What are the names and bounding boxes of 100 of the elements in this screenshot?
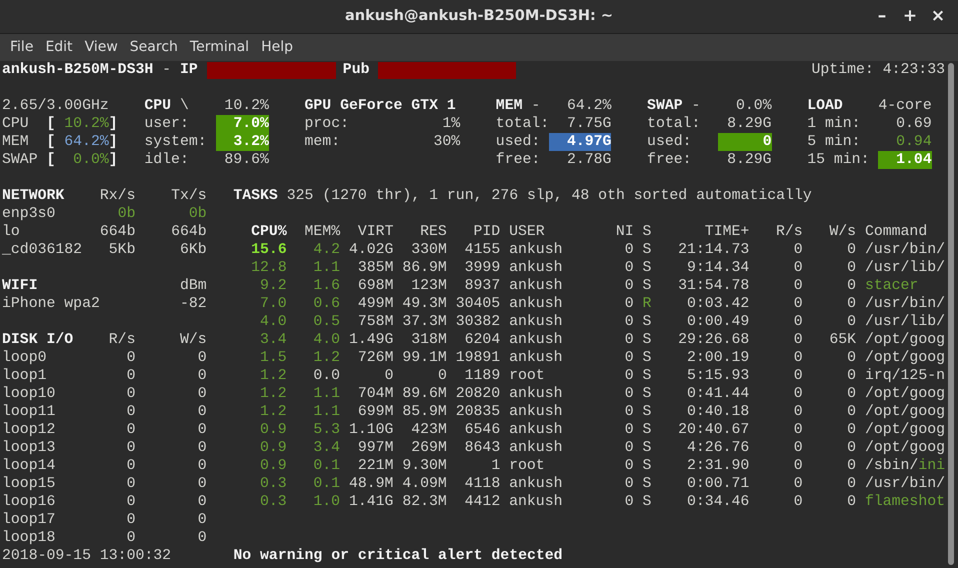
table-cell-text: 0 xyxy=(792,367,803,385)
table-cell-text: ankush xyxy=(509,421,564,439)
minimize-button[interactable]: – xyxy=(868,4,896,28)
panel-title: MEM xyxy=(496,97,522,115)
column-header: VIRT xyxy=(356,223,394,241)
table-cell-text: 4.02G xyxy=(348,241,394,259)
window-title: ankush@ankush-B250M-DS3H: ~ xyxy=(344,6,614,26)
scrollbar-thumb[interactable] xyxy=(948,63,954,565)
bracket-text: ] xyxy=(108,151,118,169)
table-cell-text: 7.0 xyxy=(259,295,287,313)
table-cell-text: S xyxy=(642,313,652,331)
disk-name: loop1 xyxy=(2,367,48,385)
table-cell-text: 385M xyxy=(356,259,394,277)
bracket-text: ] xyxy=(108,133,118,151)
table-cell-text: S xyxy=(642,349,652,367)
table-cell-text: 0.9 xyxy=(259,457,287,475)
table-cell-text: 1.6 xyxy=(312,277,340,295)
table-cell-text: 4.0 xyxy=(259,313,287,331)
table-cell-text: 0.5 xyxy=(312,313,340,331)
stat-label: proc: xyxy=(304,115,350,133)
table-cell-text: 0 xyxy=(624,295,634,313)
read-rate: 0 xyxy=(126,403,136,421)
table-cell-text: 0 xyxy=(436,367,447,385)
stat-value: 3.2% xyxy=(216,133,269,151)
disk-name: loop10 xyxy=(2,385,56,403)
write-rate: 0 xyxy=(196,457,207,475)
table-cell-text: 0 xyxy=(624,493,634,511)
read-rate: 0 xyxy=(126,349,136,367)
table-cell: /opt/goog xyxy=(864,349,946,367)
panel-title: CPU xyxy=(144,97,172,115)
close-button[interactable]: × xyxy=(924,4,952,28)
panel-indicator: - xyxy=(690,97,700,115)
write-rate: 0 xyxy=(196,529,207,547)
menu-item[interactable]: Help xyxy=(255,34,299,61)
table-cell-text: 0 xyxy=(846,475,856,493)
stat-value: 0.69 xyxy=(895,115,932,133)
column-header: dBm xyxy=(178,277,207,295)
table-cell-text: 123M xyxy=(410,277,447,295)
table-cell-text: 0 xyxy=(792,475,803,493)
column-header: RES xyxy=(419,223,447,241)
column-header: Command xyxy=(864,223,928,241)
table-cell-text: 0 xyxy=(792,457,803,475)
table-cell-text: ankush xyxy=(509,349,564,367)
table-cell-text: 0 xyxy=(792,403,803,421)
table-cell-text: 8643 xyxy=(464,439,500,457)
table-cell-text: 0 xyxy=(792,493,803,511)
table-cell-text: 0.6 xyxy=(312,295,340,313)
panel-indicator: \ xyxy=(178,97,189,115)
table-cell-text: 6546 xyxy=(464,421,500,439)
table-cell-text: 89.6M xyxy=(401,385,447,403)
table-cell-text: 423M xyxy=(410,421,447,439)
table-cell-text: 5.3 xyxy=(312,421,340,439)
table-cell-text: ankush xyxy=(509,259,564,277)
menu-item[interactable]: View xyxy=(78,34,124,61)
column-header: W/s xyxy=(828,223,856,241)
table-cell-text: 20820 xyxy=(454,385,500,403)
menu-item[interactable]: Terminal xyxy=(184,34,256,61)
table-cell-text: 0 xyxy=(624,259,634,277)
read-rate: 0 xyxy=(126,421,136,439)
table-cell-text: S xyxy=(642,241,652,259)
stat-value: 89.6% xyxy=(223,151,269,169)
table-cell-text: root xyxy=(509,367,546,385)
table-cell-text: S xyxy=(642,457,652,475)
table-cell-text: 9.2 xyxy=(259,277,287,295)
panel-indicator: - xyxy=(530,97,540,115)
panel-summary: 0.0% xyxy=(736,97,772,115)
table-cell-text: S xyxy=(642,439,652,457)
panel-title: LOAD xyxy=(807,97,843,115)
menu-item[interactable]: Edit xyxy=(39,34,79,61)
table-cell-text: 0 xyxy=(624,421,634,439)
wifi-network-name: iPhone wpa2 xyxy=(2,295,101,313)
maximize-button[interactable]: + xyxy=(896,4,924,28)
table-cell-text: 30405 xyxy=(454,295,500,313)
table-cell-text: 4:26.76 xyxy=(686,439,750,457)
disk-name: loop14 xyxy=(2,457,56,475)
table-cell-text: 0 xyxy=(846,259,856,277)
table-cell-text: 3999 xyxy=(464,259,500,277)
stat-label: total: xyxy=(496,115,550,133)
table-cell-text: 37.3M xyxy=(401,313,447,331)
table-cell-text: ankush xyxy=(509,403,564,421)
disk-name: loop16 xyxy=(2,493,56,511)
table-cell-text: 1.1 xyxy=(312,403,340,421)
table-cell: /opt/goog xyxy=(864,403,946,421)
menu-item[interactable]: File xyxy=(4,34,40,61)
write-rate: 0 xyxy=(196,367,207,385)
stat-value: 1.04 xyxy=(878,151,932,169)
meter-label: CPU xyxy=(2,115,30,133)
menu-item[interactable]: Search xyxy=(124,34,184,61)
table-cell-text: 1189 xyxy=(464,367,500,385)
table-cell-text: 0 xyxy=(624,403,634,421)
table-cell-text: 86.9M xyxy=(401,259,447,277)
table-cell-text: root xyxy=(509,457,546,475)
stat-label: used: xyxy=(496,133,542,151)
stat-label: 15 min: xyxy=(807,151,870,169)
uptime-text: Uptime: 4:23:33 xyxy=(812,61,945,79)
panel-summary: 64.2% xyxy=(566,97,612,115)
table-cell-text: ankush xyxy=(509,295,564,313)
write-rate: 0 xyxy=(196,439,207,457)
column-header: NI xyxy=(614,223,634,241)
ip-label: IP xyxy=(180,61,198,79)
